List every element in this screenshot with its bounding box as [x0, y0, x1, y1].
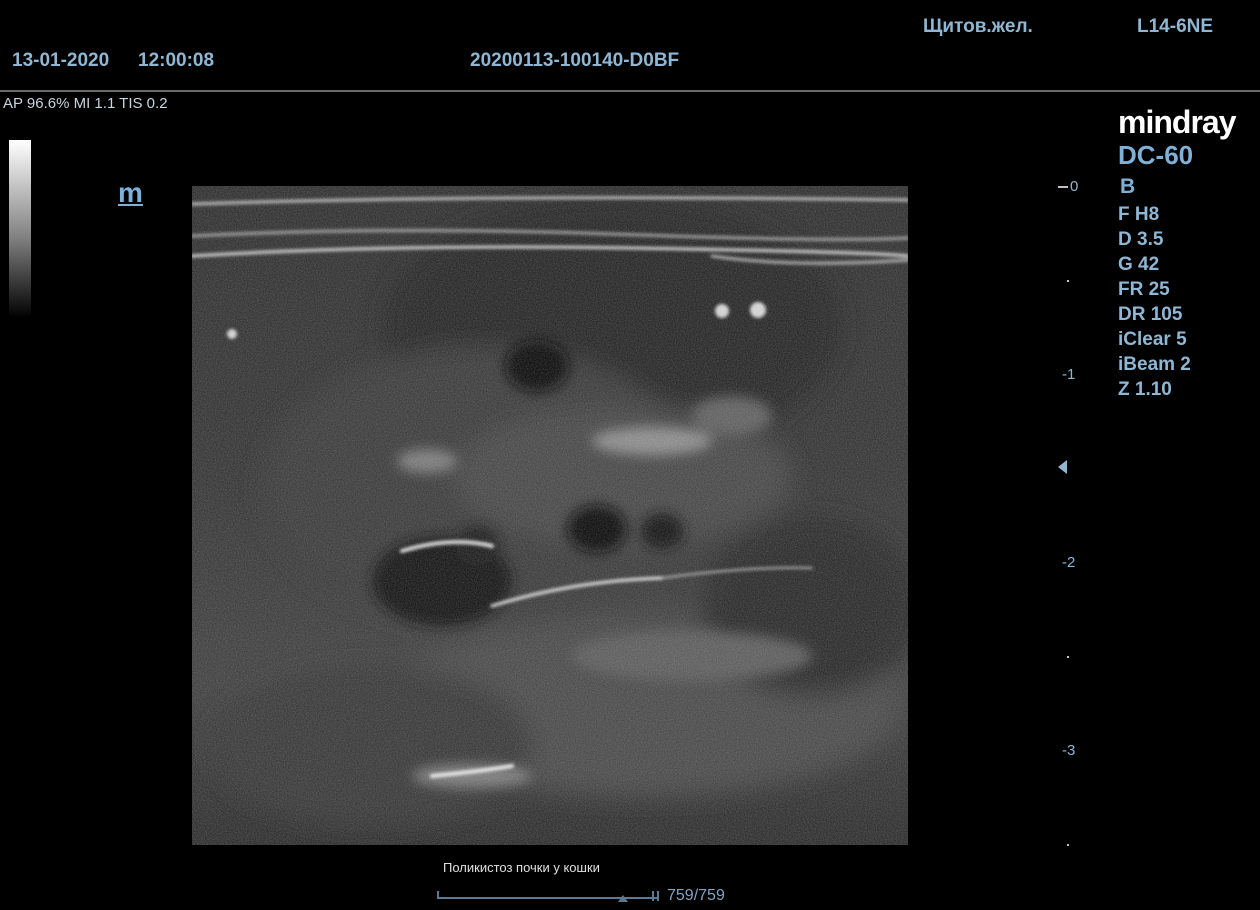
param-dynamic-range: DR 105 [1118, 304, 1183, 325]
image-caption: Поликистоз почки у кошки [443, 860, 600, 875]
system-model: DC-60 [1118, 140, 1194, 170]
probe-label: L14-6NE [1137, 16, 1214, 37]
header-divider [0, 90, 1260, 92]
cine-progress-bar[interactable] [437, 890, 659, 902]
brand-logo: mindray [1118, 104, 1236, 140]
depth-label-0: 0 [1070, 178, 1079, 195]
exam-time: 12:00:08 [138, 50, 215, 71]
depth-minor-tick [1067, 280, 1069, 282]
param-zoom: Z 1.10 [1118, 379, 1172, 400]
orientation-mark: m [118, 177, 143, 208]
cine-frame-counter: 759/759 [667, 887, 725, 904]
param-frequency: F H8 [1118, 204, 1160, 225]
depth-label-3-value: 3 [1067, 742, 1076, 759]
depth-minor-tick [1067, 844, 1069, 846]
exam-date: 13-01-2020 [12, 50, 110, 71]
param-ibeam: iBeam 2 [1118, 354, 1191, 375]
acoustic-output-readout: AP 96.6% MI 1.1 TIS 0.2 [3, 95, 168, 112]
depth-minor-tick [1067, 656, 1069, 658]
grayscale-bar-icon [9, 140, 31, 318]
depth-label-1-value: 1 [1067, 366, 1076, 383]
patient-id: 20200113-100140-D0BF [470, 50, 680, 71]
depth-label-3: -3 [1062, 742, 1076, 759]
imaging-mode: B [1120, 175, 1136, 198]
param-frame-rate: FR 25 [1118, 279, 1170, 300]
depth-label-2-value: 2 [1067, 554, 1076, 571]
focus-marker-icon[interactable] [1058, 460, 1067, 474]
ultrasound-image[interactable] [192, 186, 908, 845]
imaging-parameters: F H8 D 3.5 G 42 FR 25 DR 105 iClear 5 iB… [1118, 202, 1191, 402]
param-depth: D 3.5 [1118, 229, 1164, 250]
preset-label: Щитов.жел. [923, 16, 1033, 37]
param-gain: G 42 [1118, 254, 1160, 275]
param-iclear: iClear 5 [1118, 329, 1187, 350]
ultrasound-speckle [192, 186, 908, 845]
depth-label-2: -2 [1062, 554, 1076, 571]
depth-label-1: -1 [1062, 366, 1076, 383]
depth-zero-tick [1058, 186, 1068, 188]
